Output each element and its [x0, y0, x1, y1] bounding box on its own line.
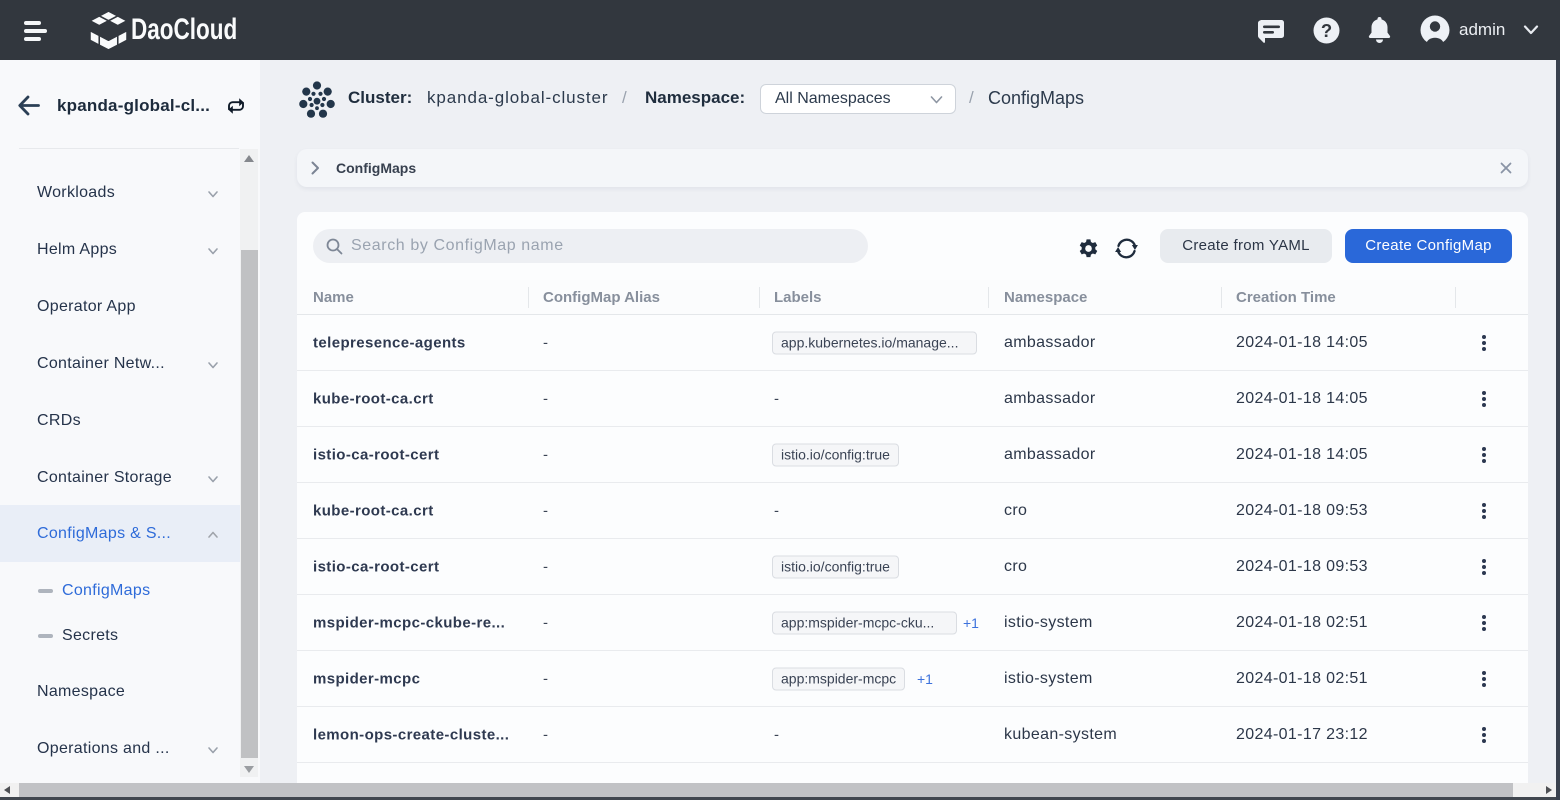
svg-text:?: ?	[1321, 20, 1332, 41]
